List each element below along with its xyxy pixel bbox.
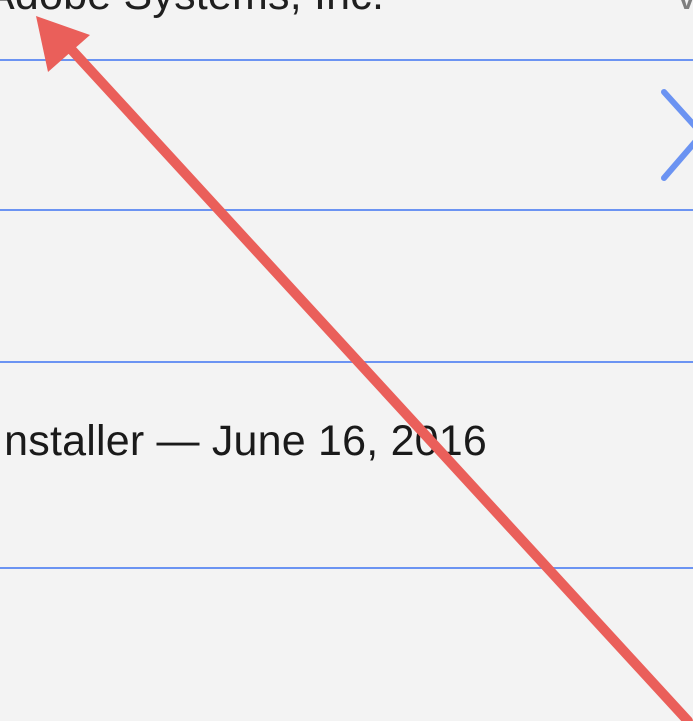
publisher-label: Adobe Systems, Inc. [0, 0, 384, 17]
top-right-truncated-text: v [676, 0, 693, 17]
row-divider [0, 361, 693, 363]
installer-date-label: Installer — June 16, 2016 [0, 417, 488, 465]
row-divider [0, 59, 693, 61]
chevron-right-icon[interactable] [654, 86, 693, 186]
row-divider [0, 567, 693, 569]
row-divider [0, 209, 693, 211]
